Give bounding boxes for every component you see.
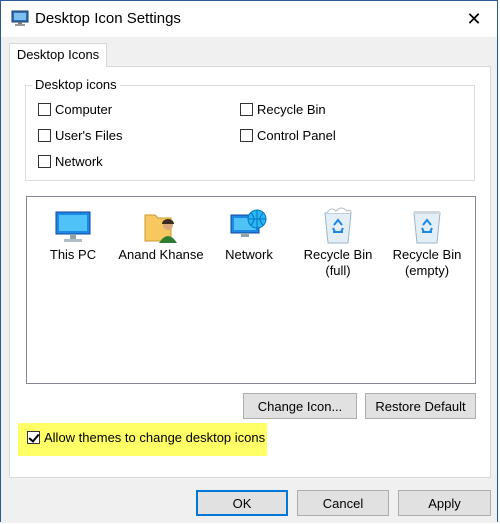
apply-button[interactable]: Apply xyxy=(398,490,491,516)
icon-item-user-files[interactable]: Anand Khanse xyxy=(116,205,206,263)
network-icon xyxy=(204,205,294,245)
checkbox-label: Control Panel xyxy=(257,128,336,143)
checkbox-recycle-bin[interactable]: Recycle Bin xyxy=(240,102,326,117)
checkbox-network[interactable]: Network xyxy=(38,154,103,169)
window-title: Desktop Icon Settings xyxy=(35,10,181,27)
icon-item-recycle-bin-full[interactable]: Recycle Bin (full) xyxy=(293,205,383,279)
icon-label: Anand Khanse xyxy=(118,247,204,262)
group-label: Desktop icons xyxy=(32,77,120,92)
user-folder-icon xyxy=(116,205,206,245)
icon-label: This PC xyxy=(49,247,97,262)
icon-label: Network xyxy=(225,247,273,262)
display-settings-icon xyxy=(11,9,29,27)
recycle-bin-full-icon xyxy=(293,205,383,245)
icon-item-this-pc[interactable]: This PC xyxy=(28,205,118,263)
checkbox-computer[interactable]: Computer xyxy=(38,102,112,117)
checkbox-box[interactable] xyxy=(38,129,51,142)
icon-list[interactable]: This PC Anand Khanse Network Recycle Bin… xyxy=(26,196,476,384)
checkbox-allow-themes[interactable]: Allow themes to change desktop icons xyxy=(27,430,265,445)
cancel-button[interactable]: Cancel xyxy=(297,490,389,516)
checkbox-label: Recycle Bin xyxy=(257,102,326,117)
checkbox-label: Allow themes to change desktop icons xyxy=(44,430,266,445)
checkbox-label: User's Files xyxy=(55,128,123,143)
close-icon: ✕ xyxy=(466,8,482,29)
icon-item-recycle-bin-empty[interactable]: Recycle Bin (empty) xyxy=(382,205,472,279)
icon-label: Recycle Bin (empty) xyxy=(392,247,462,278)
title-bar: Desktop Icon Settings ✕ xyxy=(1,1,497,37)
checkbox-box[interactable] xyxy=(27,431,40,444)
icon-item-network[interactable]: Network xyxy=(204,205,294,263)
checkbox-box[interactable] xyxy=(38,103,51,116)
checkbox-label: Network xyxy=(55,154,103,169)
checkbox-box[interactable] xyxy=(240,103,253,116)
checkbox-label: Computer xyxy=(55,102,113,117)
checkbox-box[interactable] xyxy=(240,129,253,142)
monitor-icon xyxy=(28,205,118,245)
ok-button[interactable]: OK xyxy=(196,490,288,516)
icon-label: Recycle Bin (full) xyxy=(303,247,373,278)
checkbox-box[interactable] xyxy=(38,155,51,168)
tab-desktop-icons[interactable]: Desktop Icons xyxy=(9,43,107,67)
checkbox-users-files[interactable]: User's Files xyxy=(38,128,123,143)
restore-default-button[interactable]: Restore Default xyxy=(365,393,476,419)
close-button[interactable]: ✕ xyxy=(451,1,497,37)
checkbox-control-panel[interactable]: Control Panel xyxy=(240,128,336,143)
recycle-bin-empty-icon xyxy=(382,205,472,245)
change-icon-button[interactable]: Change Icon... xyxy=(243,393,357,419)
dialog-window: Desktop Icon Settings ✕ Desktop Icons De… xyxy=(0,0,498,523)
